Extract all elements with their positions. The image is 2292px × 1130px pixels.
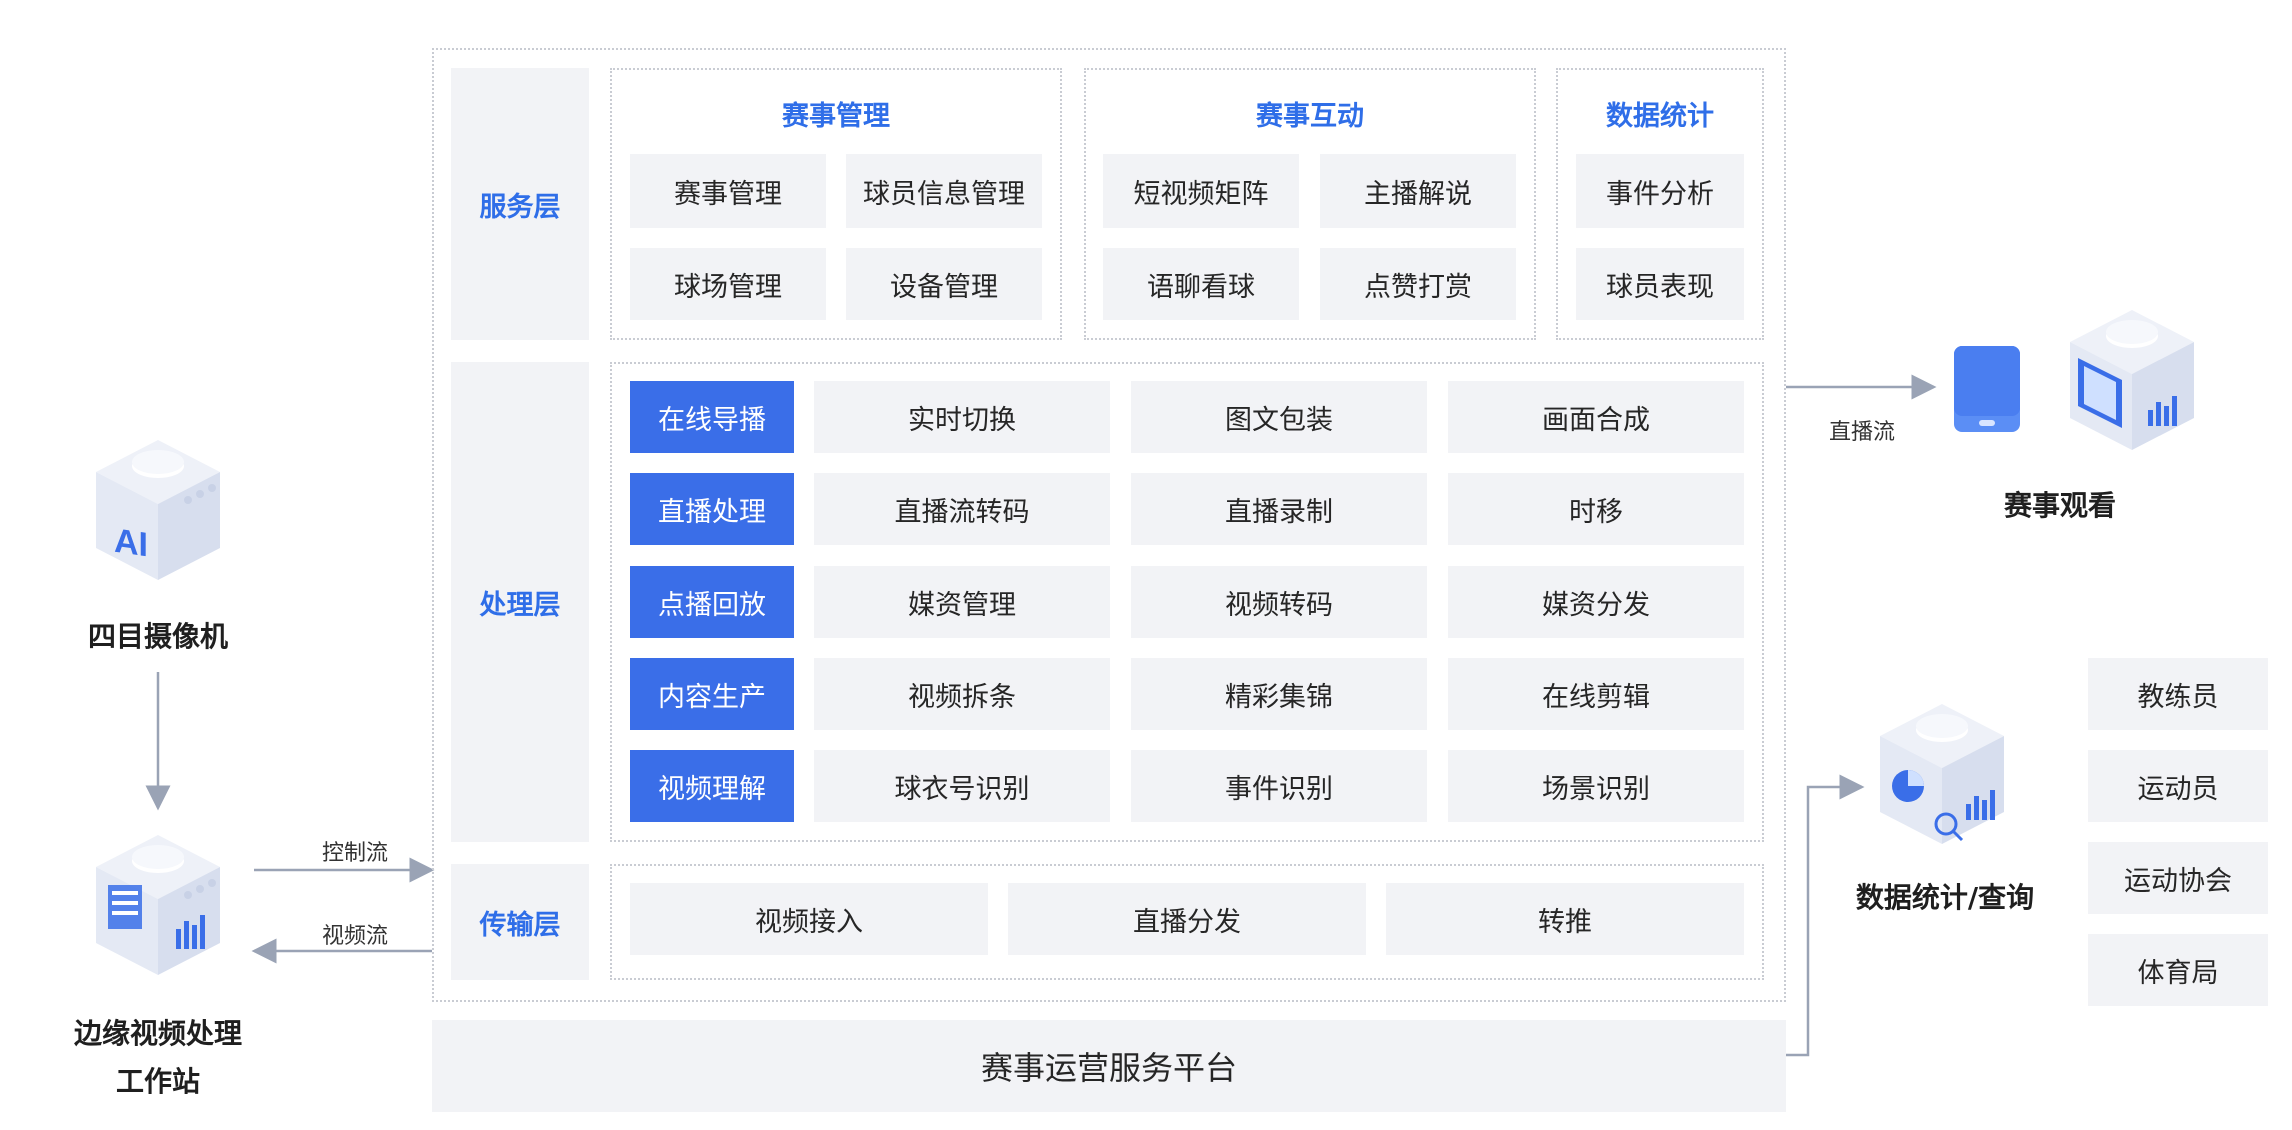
viewing-label: 赛事观看 [2003, 489, 2116, 522]
processing-cell: 媒资管理 [814, 566, 1110, 638]
processing-cell: 精彩集锦 [1131, 658, 1427, 730]
processing-row-head: 直播处理 [630, 473, 794, 545]
processing-cell: 视频拆条 [814, 658, 1110, 730]
transport-cell: 直播分发 [1008, 883, 1366, 955]
service-cell: 赛事管理 [630, 154, 826, 228]
transport-layer-label: 传输层 [451, 864, 589, 980]
transport-cell: 转推 [1386, 883, 1744, 955]
service-cell: 球员表现 [1576, 248, 1744, 320]
service-cell: 球员信息管理 [846, 154, 1042, 228]
processing-cell: 场景识别 [1448, 750, 1744, 822]
service-group-title: 数据统计 [1606, 101, 1714, 132]
processing-row-head: 内容生产 [630, 658, 794, 730]
data-stats-icon [1872, 694, 2012, 854]
processing-cell: 事件识别 [1131, 750, 1427, 822]
processing-row-head: 点播回放 [630, 566, 794, 638]
tablet-icon [1952, 344, 2022, 434]
service-cell: 事件分析 [1576, 154, 1744, 228]
role-cell: 运动协会 [2088, 842, 2268, 914]
processing-layer-label: 处理层 [451, 362, 589, 842]
processing-cell: 实时切换 [814, 381, 1110, 453]
processing-row-head: 视频理解 [630, 750, 794, 822]
service-cell: 语聊看球 [1103, 248, 1299, 320]
processing-cell: 媒资分发 [1448, 566, 1744, 638]
processing-cell: 视频转码 [1131, 566, 1427, 638]
service-cell: 设备管理 [846, 248, 1042, 320]
processing-cell: 在线剪辑 [1448, 658, 1744, 730]
processing-cell: 球衣号识别 [814, 750, 1110, 822]
role-cell: 教练员 [2088, 658, 2268, 730]
processing-cell: 画面合成 [1448, 381, 1744, 453]
processing-cell: 直播流转码 [814, 473, 1110, 545]
stats-query-label: 数据统计/查询 [1855, 881, 2035, 914]
service-cell: 球场管理 [630, 248, 826, 320]
role-cell: 体育局 [2088, 934, 2268, 1006]
viewing-monitor-icon [2062, 300, 2202, 460]
service-cell: 主播解说 [1320, 154, 1516, 228]
stats-arrow [1786, 774, 1865, 1057]
service-cell: 短视频矩阵 [1103, 154, 1299, 228]
processing-cell: 直播录制 [1131, 473, 1427, 545]
live-stream-label: 直播流 [1828, 420, 1895, 445]
processing-cell: 图文包装 [1131, 381, 1427, 453]
service-cell: 点赞打赏 [1320, 248, 1516, 320]
role-cell: 运动员 [2088, 750, 2268, 822]
service-group-title: 赛事互动 [1256, 101, 1364, 132]
service-group-title: 赛事管理 [782, 101, 890, 132]
service-layer-label: 服务层 [451, 68, 589, 340]
processing-row-head: 在线导播 [630, 381, 794, 453]
event-operation-platform: 赛事运营服务平台 [432, 1020, 1786, 1112]
processing-cell: 时移 [1448, 473, 1744, 545]
transport-cell: 视频接入 [630, 883, 988, 955]
